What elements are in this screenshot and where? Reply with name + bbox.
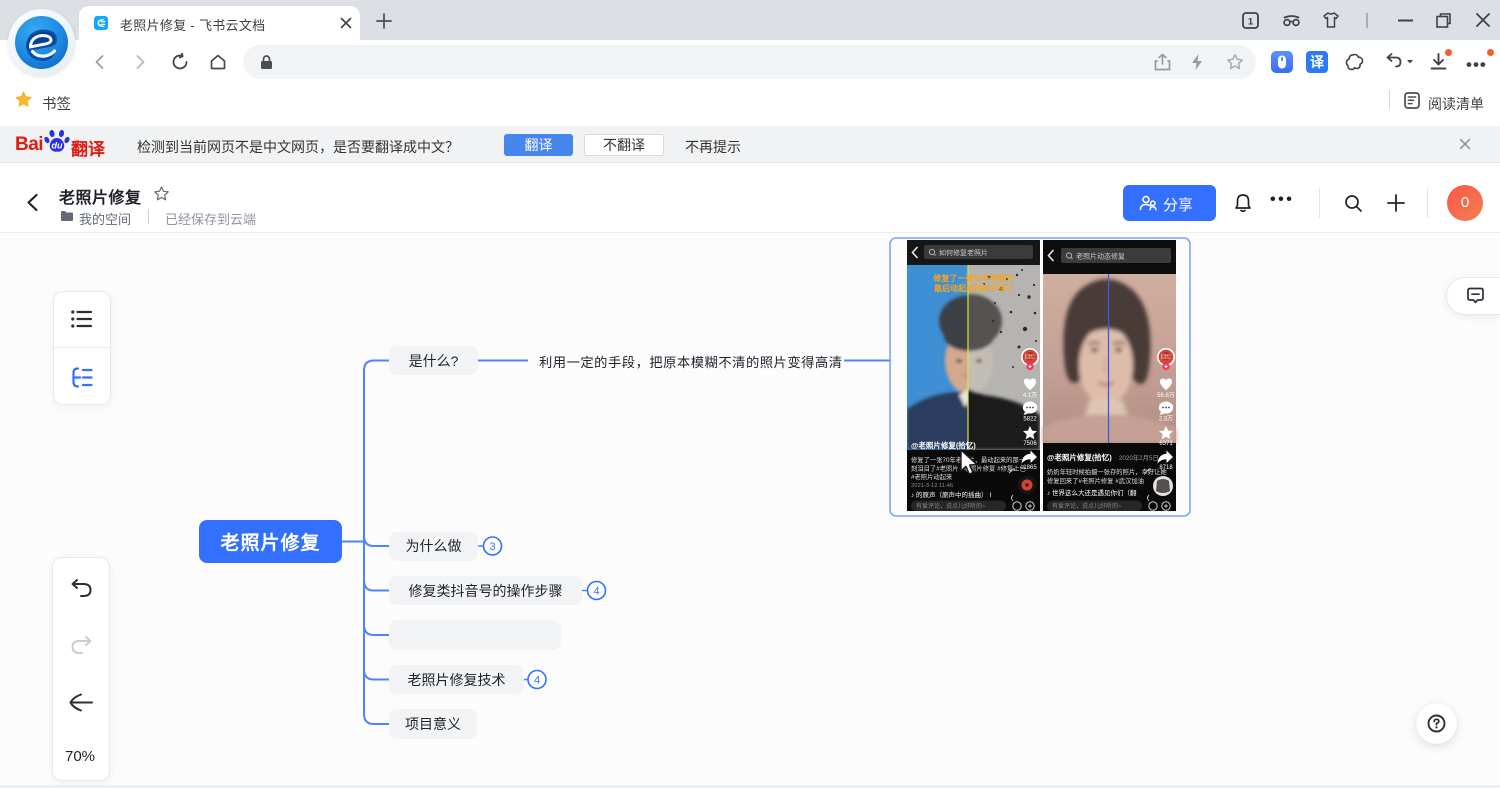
svg-text:2.3万: 2.3万 [1159,416,1173,423]
svg-text:如何修复老照片: 如何修复老照片 [939,248,988,257]
svg-text:最后动起来的样子绝了: 最后动起来的样子绝了 [934,283,1014,293]
svg-text:8718: 8718 [1159,465,1173,471]
svg-text:4: 4 [593,586,599,598]
svg-text:有爱评论，说点儿好听的~: 有爱评论，说点儿好听的~ [916,502,986,510]
svg-text:7506: 7506 [1023,441,1037,447]
svg-text:修复回来了#老照片修复 #武汉加油: 修复回来了#老照片修复 #武汉加油 [1047,476,1144,485]
svg-text:♪ 的原声（原声中的插曲） Ⅰ: ♪ 的原声（原声中的插曲） Ⅰ [911,490,991,499]
svg-text:2021-3-12 11:46: 2021-3-12 11:46 [911,483,953,489]
svg-text:3: 3 [489,541,495,553]
svg-text:有爱评论，说点儿好听的~: 有爱评论，说点儿好听的~ [1052,502,1122,510]
svg-text:@老照片修复(拾忆): @老照片修复(拾忆) [1047,452,1112,462]
svg-text:♪ 世界这么大还是遇见你们（翻: ♪ 世界这么大还是遇见你们（翻 [1047,488,1137,497]
svg-text:1865: 1865 [1023,465,1037,471]
svg-text:56.8万: 56.8万 [1157,392,1175,399]
svg-text:5822: 5822 [1023,417,1037,423]
svg-text:修复了一张80年老照片: 修复了一张80年老照片 [933,273,1015,283]
svg-text:#老照片动起来: #老照片动起来 [911,472,953,481]
svg-text:· 2020年2月5日: · 2020年2月5日 [1115,453,1159,462]
svg-text:4.1万: 4.1万 [1023,392,1037,399]
svg-text:6371: 6371 [1159,441,1173,447]
svg-text:1: 1 [1248,16,1254,27]
svg-text:4: 4 [534,675,540,687]
svg-text:du: du [52,141,63,151]
svg-text:老照片动态修复: 老照片动态修复 [1076,251,1125,260]
